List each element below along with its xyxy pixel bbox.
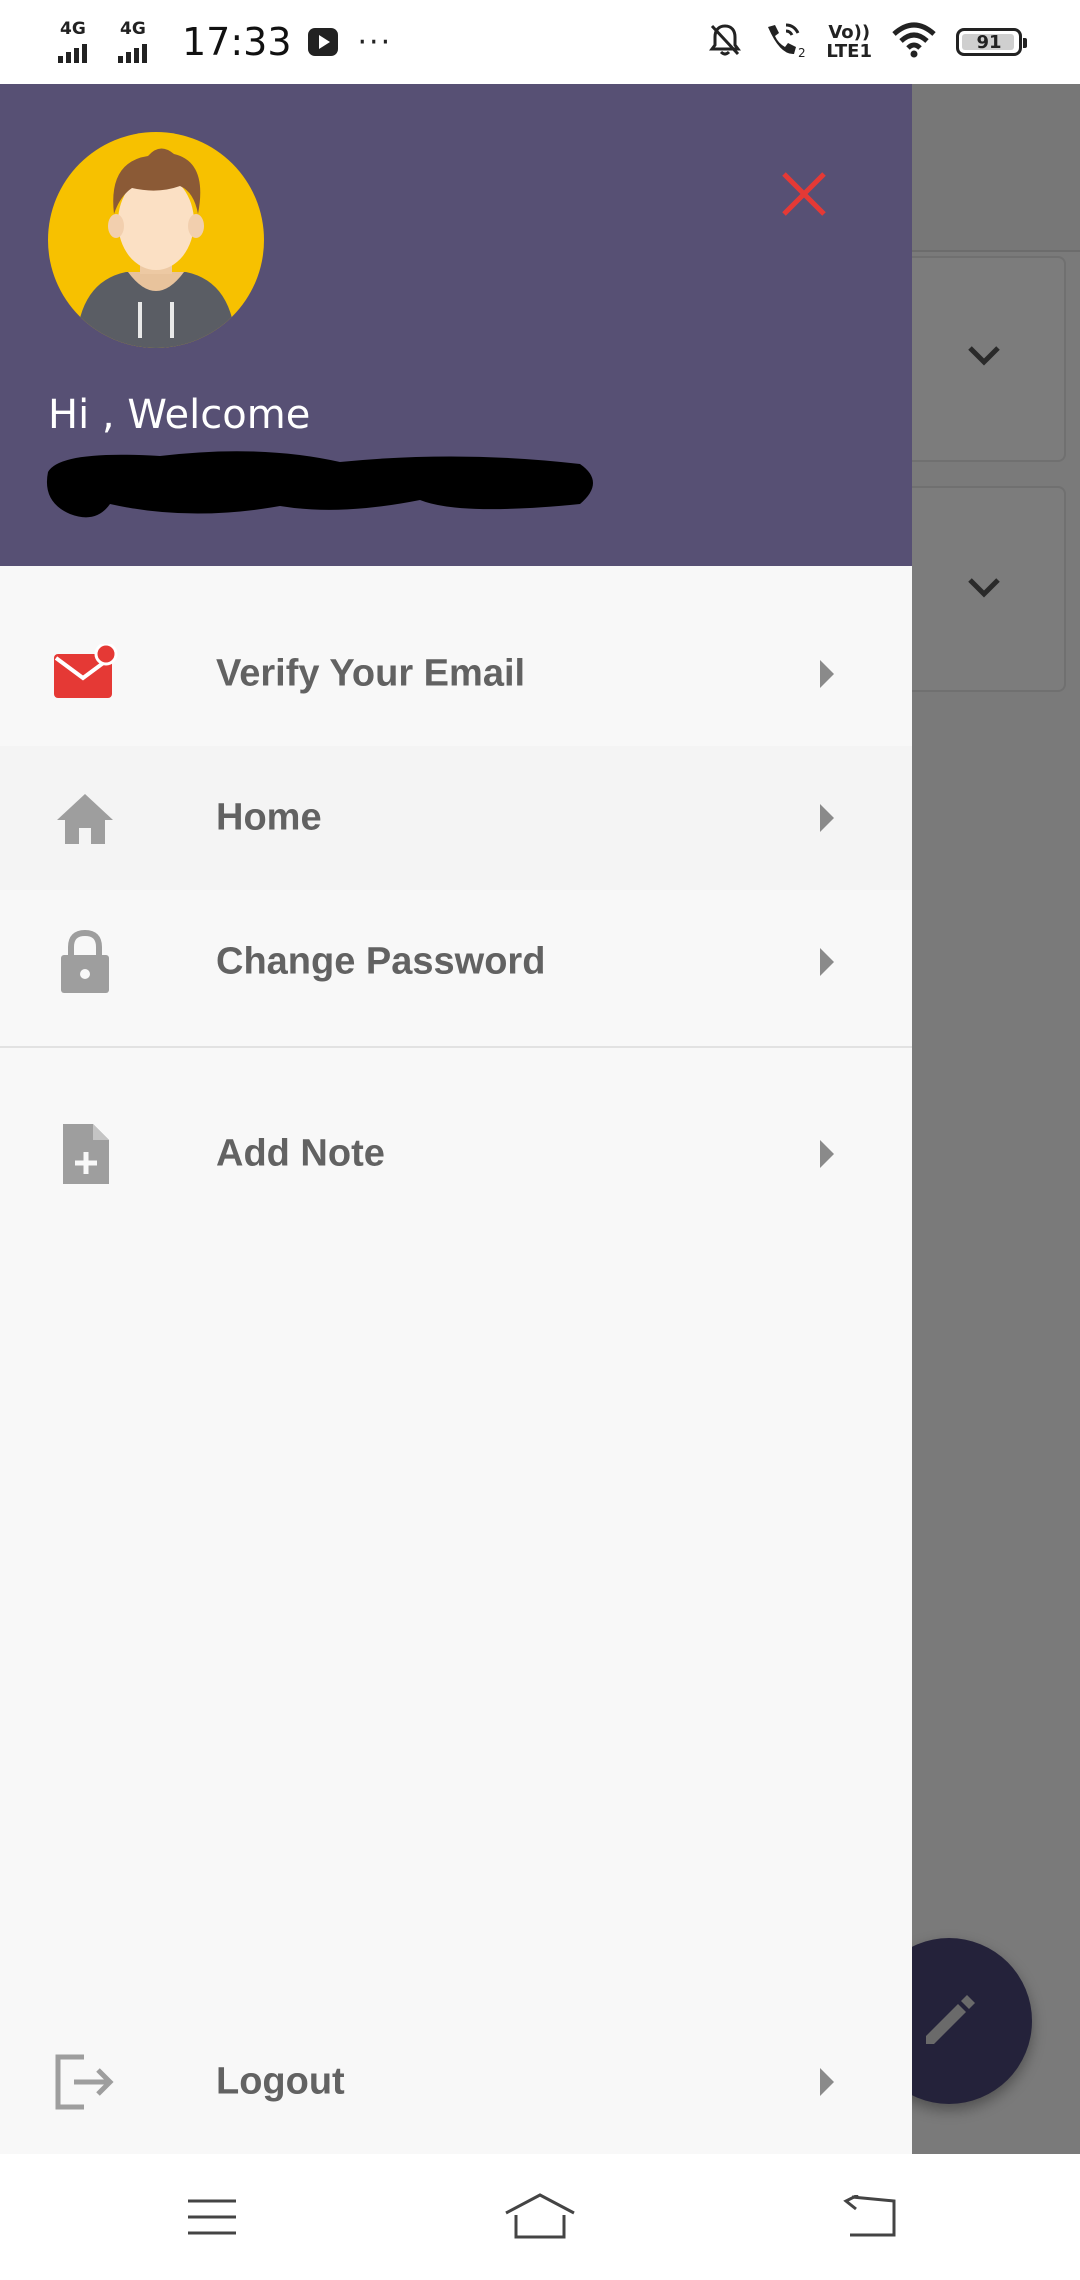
system-nav-bar bbox=[0, 2154, 1080, 2280]
menu-item-label: Home bbox=[216, 796, 322, 839]
close-button[interactable] bbox=[772, 162, 836, 226]
menu-item-logout[interactable]: Logout bbox=[0, 2010, 912, 2154]
logout-icon bbox=[52, 2049, 118, 2115]
chevron-down-icon[interactable] bbox=[964, 568, 1004, 608]
wifi-call-icon: 2 bbox=[762, 21, 806, 64]
redacted-user-info bbox=[46, 451, 594, 518]
volte-bottom: LTE1 bbox=[826, 41, 872, 62]
chevron-right-icon bbox=[820, 804, 834, 832]
welcome-text: Hi , Welcome bbox=[48, 392, 311, 438]
menu-item-label: Change Password bbox=[216, 940, 546, 983]
chevron-right-icon bbox=[820, 2068, 834, 2096]
chevron-down-icon[interactable] bbox=[964, 336, 1004, 376]
home-icon bbox=[52, 785, 118, 851]
volte-top: Vo)) bbox=[828, 22, 871, 43]
drawer-header: Hi , Welcome bbox=[0, 84, 912, 566]
navigation-drawer: Hi , Welcome Verify Your Email Home Chan… bbox=[0, 84, 912, 2154]
menu-item-label: Add Note bbox=[216, 1132, 385, 1175]
signal-icon: 4G bbox=[56, 19, 106, 65]
back-button[interactable] bbox=[830, 2182, 910, 2252]
svg-text:2: 2 bbox=[798, 46, 806, 59]
status-bar: 4G 4G 17:33 ··· 2 Vo)) LTE1 91 bbox=[0, 0, 1080, 84]
home-nav-button[interactable] bbox=[500, 2182, 580, 2252]
volte-icon: Vo)) LTE1 bbox=[826, 23, 872, 61]
edit-icon bbox=[926, 1995, 975, 2044]
home-nav-icon bbox=[505, 2193, 575, 2239]
menu-icon bbox=[188, 2199, 236, 2235]
close-icon bbox=[782, 172, 826, 216]
network-type: 4G bbox=[60, 19, 86, 39]
mute-bell-icon bbox=[708, 22, 742, 63]
add-note-icon bbox=[52, 1121, 118, 1187]
network-type-2: 4G bbox=[120, 19, 146, 39]
menu-item-label: Verify Your Email bbox=[216, 652, 526, 695]
clock: 17:33 bbox=[182, 20, 292, 64]
chevron-right-icon bbox=[820, 948, 834, 976]
more-notifications-icon: ··· bbox=[357, 24, 393, 60]
menu-item-change-password[interactable]: Change Password bbox=[0, 890, 912, 1034]
avatar-icon bbox=[76, 148, 236, 348]
menu-item-verify-email[interactable]: Verify Your Email bbox=[0, 602, 912, 746]
back-icon bbox=[843, 2195, 896, 2237]
menu-item-home[interactable]: Home bbox=[0, 746, 912, 890]
menu-item-add-note[interactable]: Add Note bbox=[0, 1082, 912, 1226]
background-card[interactable] bbox=[912, 486, 1066, 692]
background-card[interactable] bbox=[912, 256, 1066, 462]
divider bbox=[0, 1046, 912, 1048]
avatar[interactable] bbox=[48, 132, 264, 348]
background-toolbar bbox=[912, 84, 1080, 252]
lock-icon bbox=[52, 929, 118, 995]
menu-item-label: Logout bbox=[216, 2060, 345, 2103]
battery-level: 91 bbox=[976, 31, 1002, 53]
mail-notification-icon bbox=[52, 641, 118, 707]
battery-icon: 91 bbox=[956, 28, 1027, 56]
youtube-icon bbox=[307, 28, 338, 56]
chevron-right-icon bbox=[820, 1140, 834, 1168]
chevron-right-icon bbox=[820, 660, 834, 688]
wifi-icon bbox=[892, 22, 936, 63]
signal-icon-2: 4G bbox=[116, 19, 166, 65]
menu-button[interactable] bbox=[172, 2182, 252, 2252]
